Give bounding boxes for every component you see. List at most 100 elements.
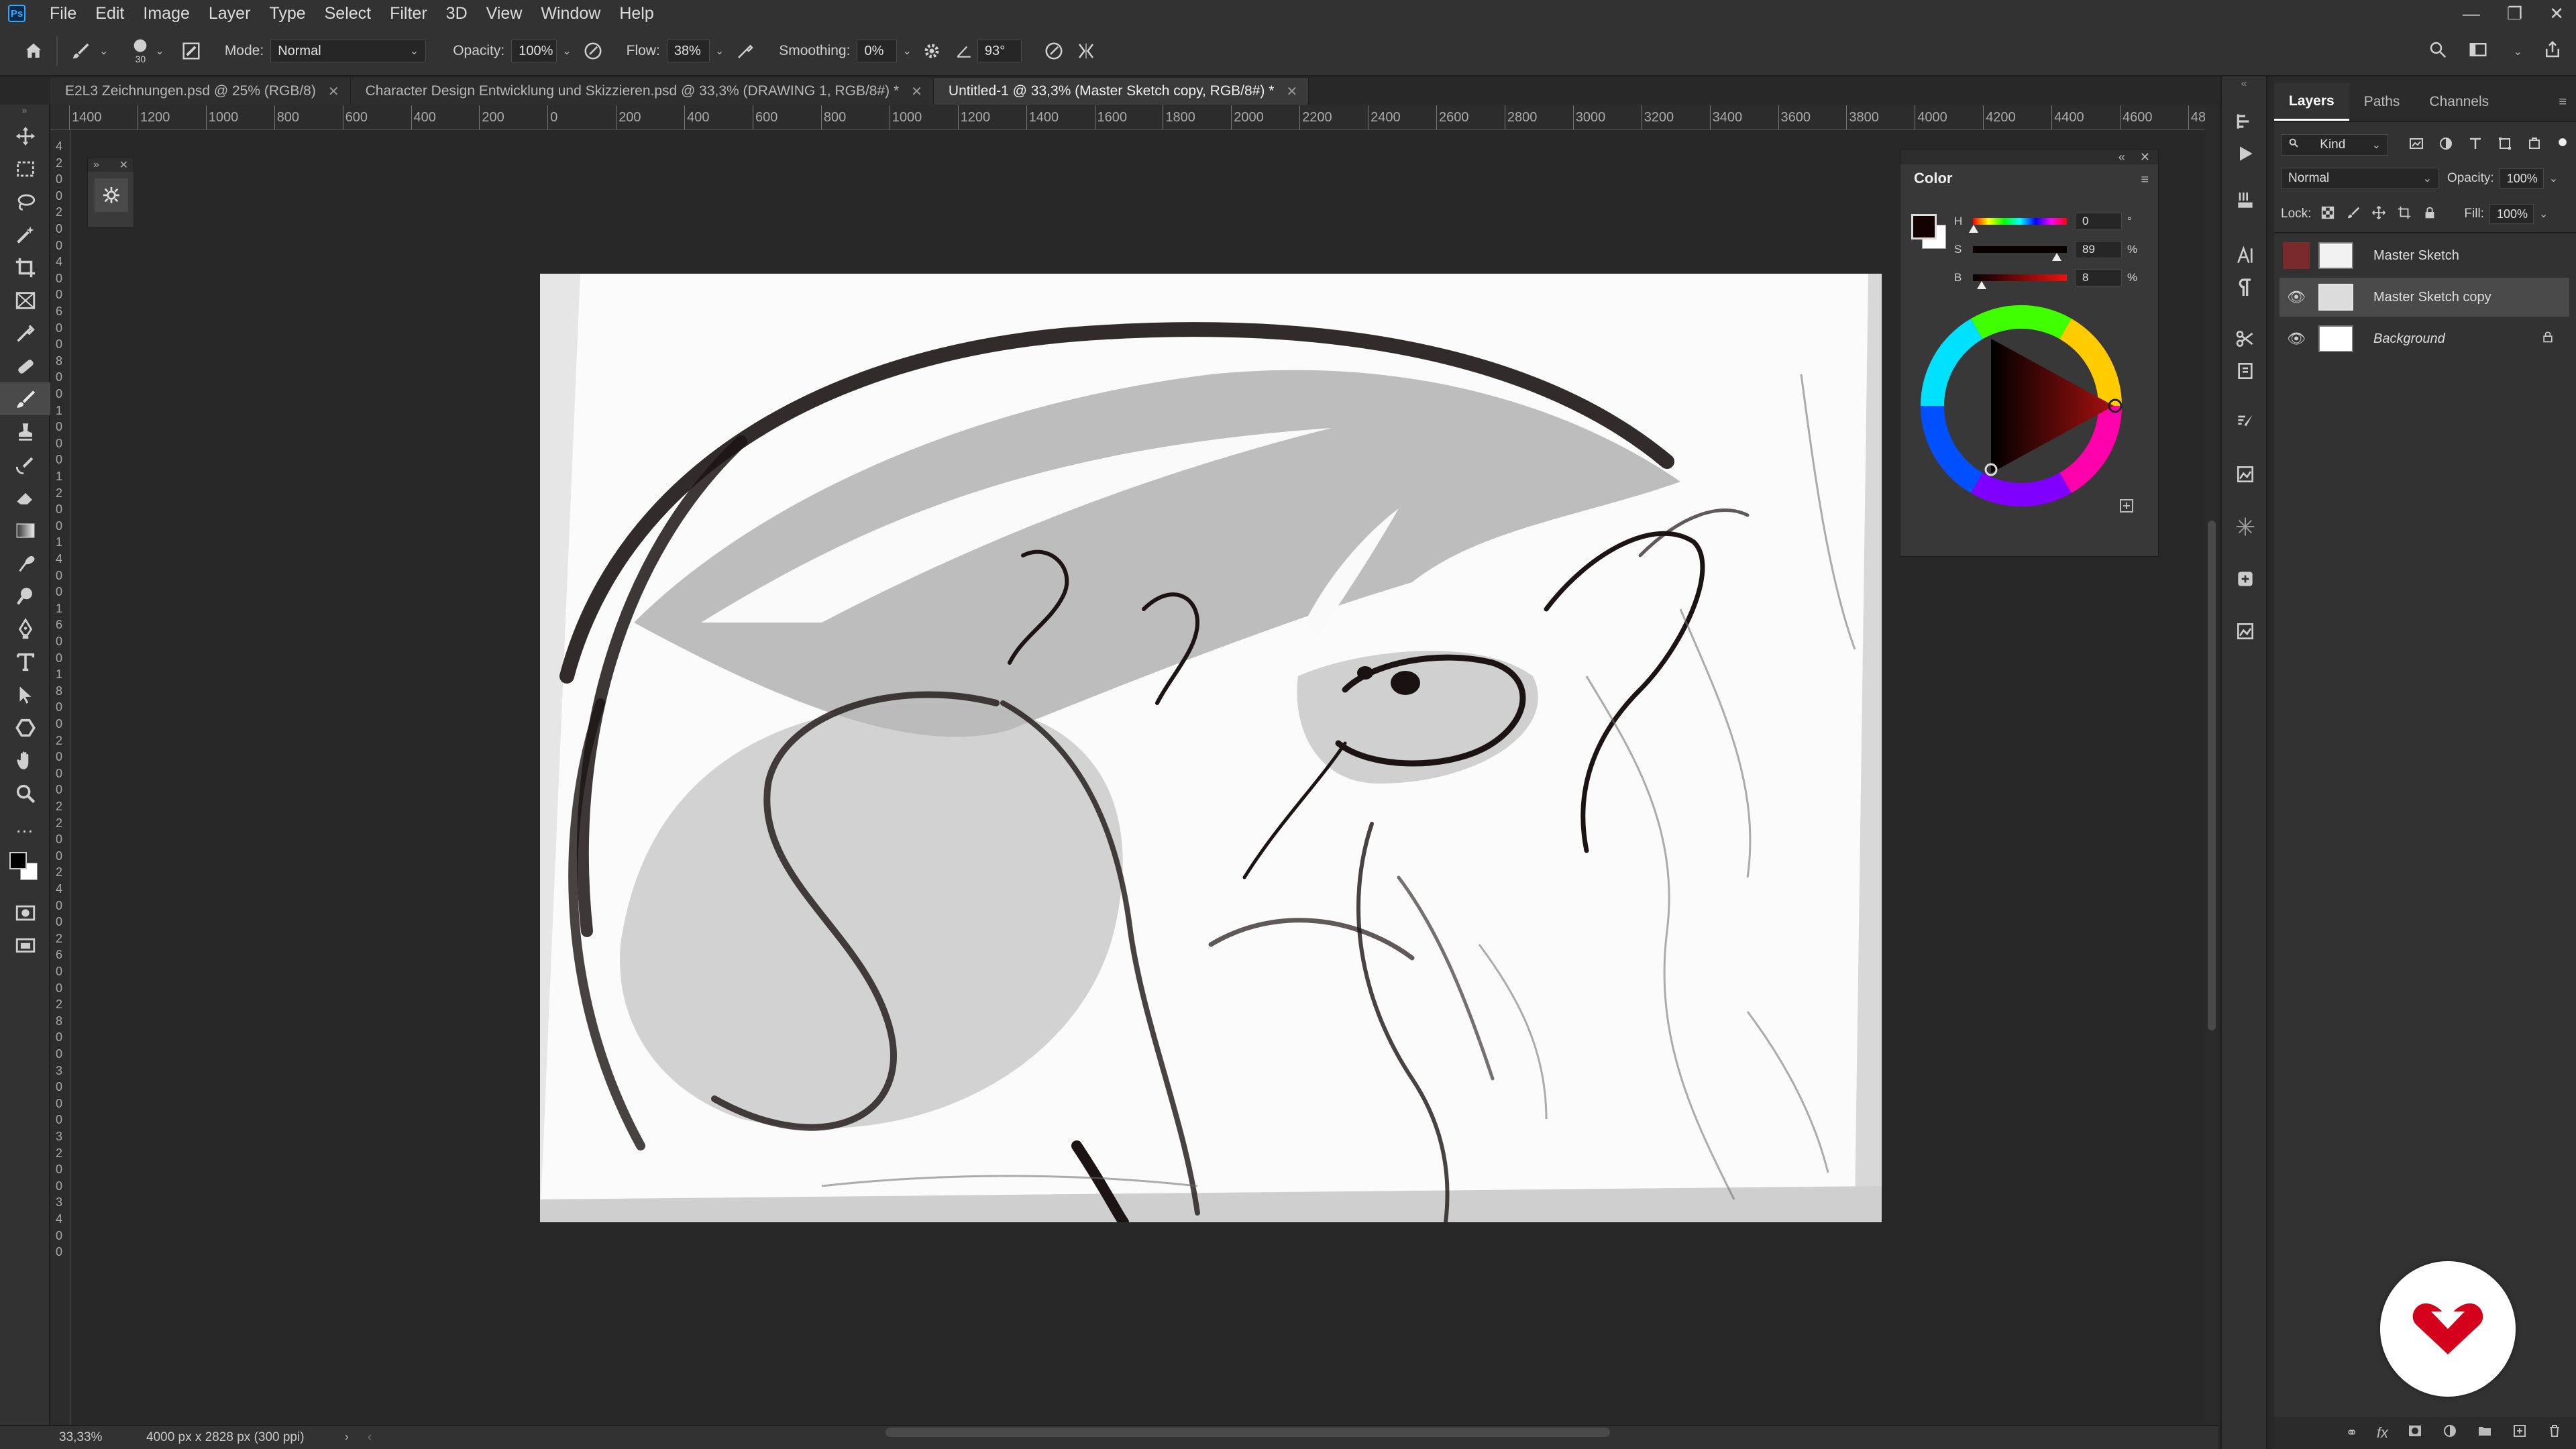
- add-mask-icon[interactable]: [2407, 1423, 2423, 1443]
- panel-menu-icon[interactable]: ≡: [2559, 83, 2576, 121]
- fx-icon[interactable]: fx: [2377, 1424, 2388, 1442]
- menu-type[interactable]: Type: [260, 4, 315, 23]
- hue-slider[interactable]: [1969, 218, 2067, 233]
- gradient-tool[interactable]: [0, 514, 50, 547]
- foreground-color-swatch[interactable]: [9, 852, 27, 869]
- screen-mode-button[interactable]: [0, 929, 50, 962]
- libraries-panel-button[interactable]: [2230, 564, 2261, 594]
- collapse-icon[interactable]: «: [2118, 150, 2125, 164]
- visibility-toggle[interactable]: [2279, 242, 2313, 269]
- chevron-down-icon[interactable]: ⌄: [562, 44, 571, 58]
- pressure-size-icon[interactable]: [1040, 38, 1067, 64]
- healing-brush-tool[interactable]: [0, 350, 50, 382]
- clone-source-button[interactable]: [2230, 356, 2261, 386]
- menu-file[interactable]: File: [40, 4, 86, 23]
- brush-settings-panel-button[interactable]: [2230, 407, 2261, 437]
- fg-bg-swatches[interactable]: [1911, 214, 1951, 254]
- horizontal-scrollbar-thumb[interactable]: [885, 1428, 1610, 1437]
- brightness-slider[interactable]: [1973, 274, 2067, 289]
- color-swatches[interactable]: [0, 843, 50, 896]
- chevron-down-icon[interactable]: ⌄: [2514, 45, 2522, 58]
- lock-pixels-icon[interactable]: [2346, 205, 2361, 223]
- chevron-down-icon[interactable]: ⌄: [155, 44, 164, 58]
- adjustment-layer-icon[interactable]: [2442, 1423, 2458, 1443]
- close-icon[interactable]: ✕: [119, 158, 128, 172]
- menu-window[interactable]: Window: [531, 4, 610, 23]
- properties-panel-button[interactable]: [2230, 616, 2261, 647]
- shape-tool[interactable]: [0, 711, 50, 744]
- adjustment-filter-icon[interactable]: [2438, 136, 2454, 155]
- lock-artboard-icon[interactable]: [2397, 205, 2412, 223]
- vertical-scrollbar[interactable]: [2205, 105, 2218, 1432]
- move-tool[interactable]: [0, 119, 50, 152]
- new-group-icon[interactable]: [2477, 1423, 2493, 1443]
- frame-tool[interactable]: [0, 284, 50, 317]
- menu-edit[interactable]: Edit: [86, 4, 133, 23]
- blur-tool[interactable]: [0, 547, 50, 580]
- glyphs-panel-button[interactable]: [2230, 511, 2261, 542]
- actions-panel-button[interactable]: [2230, 138, 2261, 169]
- dodge-tool[interactable]: [0, 580, 50, 612]
- chevron-right-icon[interactable]: ›: [345, 1430, 349, 1445]
- slider-handle[interactable]: [2052, 253, 2061, 261]
- slider-handle[interactable]: [1977, 281, 1986, 289]
- layer-name[interactable]: Background: [2373, 331, 2445, 347]
- saturation-input[interactable]: 89: [2075, 241, 2122, 258]
- gear-icon[interactable]: [918, 38, 945, 64]
- crop-tool[interactable]: [0, 251, 50, 284]
- eraser-tool[interactable]: [0, 481, 50, 514]
- chevron-down-icon[interactable]: ⌄: [715, 44, 724, 58]
- marquee-tool[interactable]: [0, 152, 50, 185]
- smoothing-input[interactable]: 0%: [857, 40, 898, 62]
- pixel-filter-icon[interactable]: [2408, 136, 2424, 155]
- tab-layers[interactable]: Layers: [2274, 83, 2349, 121]
- document-canvas[interactable]: [540, 274, 1882, 1222]
- tool-presets-button[interactable]: [2230, 323, 2261, 354]
- history-brush-tool[interactable]: [0, 448, 50, 481]
- filter-toggle-icon[interactable]: [2556, 136, 2569, 155]
- brush-size-picker[interactable]: 30: [131, 38, 150, 64]
- pressure-opacity-icon[interactable]: [580, 38, 606, 64]
- brush-settings-toggle-icon[interactable]: [178, 38, 205, 64]
- mode-select[interactable]: Normal ⌄: [270, 40, 427, 62]
- path-selection-tool[interactable]: [0, 678, 50, 711]
- menu-image[interactable]: Image: [133, 4, 199, 23]
- lasso-tool[interactable]: [0, 185, 50, 218]
- color-wheel[interactable]: [1914, 299, 2149, 533]
- foreground-swatch[interactable]: [1911, 214, 1937, 239]
- close-icon[interactable]: ✕: [2140, 150, 2150, 164]
- search-icon[interactable]: [2428, 40, 2448, 64]
- quick-mask-button[interactable]: [0, 896, 50, 929]
- home-icon[interactable]: [20, 38, 47, 64]
- layer-row-master-sketch-copy[interactable]: 👁 Master Sketch copy: [2279, 278, 2569, 317]
- scrollbar-thumb[interactable]: [2208, 521, 2216, 1030]
- layer-name[interactable]: Master Sketch: [2373, 248, 2459, 264]
- menu-filter[interactable]: Filter: [380, 4, 437, 23]
- saturation-slider[interactable]: [1973, 246, 2067, 261]
- workspace-icon[interactable]: [2468, 40, 2488, 64]
- menu-3d[interactable]: 3D: [437, 4, 477, 23]
- chevron-down-icon[interactable]: ⌄: [2549, 172, 2558, 185]
- hidden-layer-indicator-icon[interactable]: [2283, 242, 2310, 269]
- restore-icon[interactable]: ❐: [2507, 3, 2522, 24]
- eye-icon[interactable]: 👁: [2279, 330, 2313, 347]
- tab-character-design[interactable]: Character Design Entwicklung und Skizzie…: [350, 78, 934, 105]
- tab-e2l3[interactable]: E2L3 Zeichnungen.psd @ 25% (RGB/8) ✕: [50, 78, 351, 105]
- close-window-icon[interactable]: ✕: [2549, 3, 2564, 24]
- tab-channels[interactable]: Channels: [2414, 83, 2504, 121]
- menu-select[interactable]: Select: [315, 4, 380, 23]
- blend-mode-select[interactable]: Normal ⌄: [2281, 168, 2439, 189]
- paragraph-panel-button[interactable]: [2230, 272, 2261, 303]
- hue-input[interactable]: 0: [2075, 213, 2122, 230]
- new-layer-icon[interactable]: [2512, 1423, 2528, 1443]
- adjustments-panel-button[interactable]: [2230, 459, 2261, 490]
- share-icon[interactable]: [2542, 40, 2563, 64]
- airbrush-icon[interactable]: [732, 38, 759, 64]
- brush-preset-icon[interactable]: [67, 38, 94, 64]
- toolbar-collapse-icon[interactable]: »: [0, 105, 49, 119]
- link-layers-icon[interactable]: ⚭: [2345, 1424, 2357, 1442]
- opacity-input[interactable]: 100%: [511, 40, 557, 62]
- layer-row-master-sketch[interactable]: Master Sketch: [2279, 236, 2569, 275]
- angle-input[interactable]: 93°: [977, 40, 1022, 62]
- type-filter-icon[interactable]: [2467, 136, 2483, 155]
